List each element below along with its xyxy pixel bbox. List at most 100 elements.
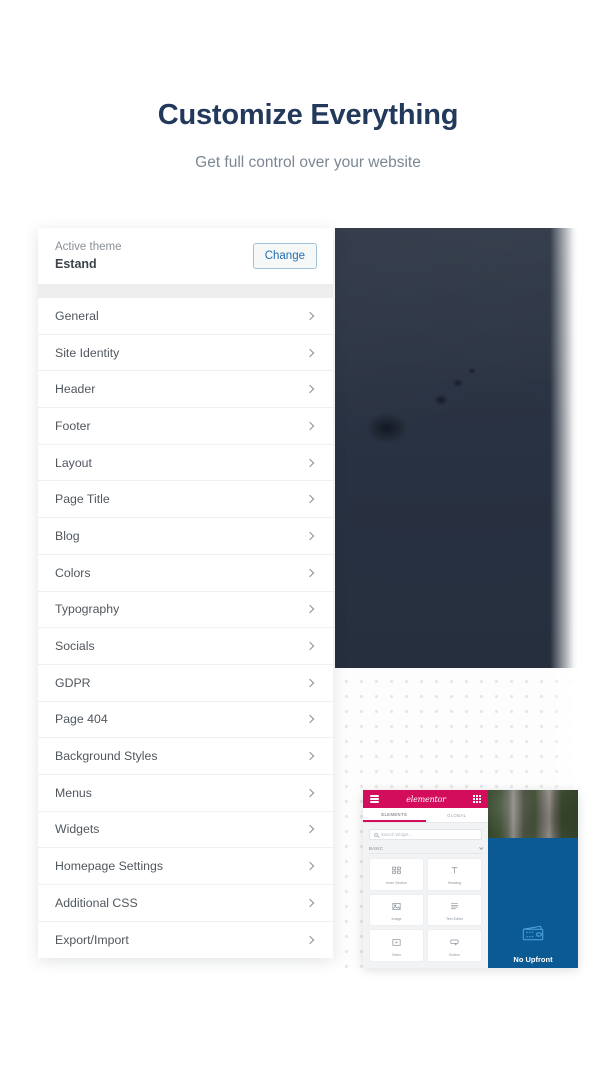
sidebar-item-widgets[interactable]: Widgets bbox=[38, 811, 333, 849]
sidebar-item-header[interactable]: Header bbox=[38, 371, 333, 409]
chevron-right-icon bbox=[305, 348, 315, 357]
sidebar-item-page-404[interactable]: Page 404 bbox=[38, 701, 333, 739]
sidebar-item-colors[interactable]: Colors bbox=[38, 554, 333, 592]
change-theme-button[interactable]: Change bbox=[252, 243, 317, 269]
chevron-right-icon bbox=[305, 384, 315, 394]
widget-grid: Inner Section Heading Image Text Editor … bbox=[363, 858, 488, 968]
chevron-right-icon bbox=[305, 715, 315, 724]
chevron-right-icon bbox=[305, 458, 315, 467]
widget-inner-section[interactable]: Inner Section bbox=[369, 858, 424, 891]
widget-heading[interactable]: Heading bbox=[427, 858, 482, 891]
sidebar-item-site-identity[interactable]: Site Identity bbox=[38, 334, 333, 372]
hamburger-menu-icon[interactable] bbox=[370, 795, 379, 803]
theme-customizer-panel: Active theme Estand Change General Site … bbox=[38, 228, 333, 959]
showcase-area: elementor ELEMENTS GLOBAL Search Widget.… bbox=[0, 228, 616, 968]
sidebar-item-label: Blog bbox=[55, 528, 80, 543]
chevron-down-icon bbox=[479, 845, 484, 850]
wallet-icon bbox=[521, 924, 545, 947]
image-icon bbox=[392, 899, 401, 915]
sidebar-item-label: Widgets bbox=[55, 822, 100, 837]
sidebar-item-additional-css[interactable]: Additional CSS bbox=[38, 885, 333, 922]
widget-button-label: Button bbox=[449, 952, 460, 957]
page-subtitle: Get full control over your website bbox=[195, 154, 421, 171]
button-icon bbox=[450, 935, 459, 951]
sidebar-item-label: Footer bbox=[55, 418, 91, 433]
widget-search-placeholder: Search Widget... bbox=[381, 832, 412, 837]
sidebar-item-label: Background Styles bbox=[55, 749, 158, 764]
widget-image-label: Image bbox=[391, 916, 402, 921]
sidebar-item-label: Header bbox=[55, 382, 96, 397]
elementor-live-preview: No Upfront bbox=[488, 790, 578, 968]
widget-search-input[interactable]: Search Widget... bbox=[369, 829, 482, 840]
chevron-right-icon bbox=[305, 861, 315, 871]
sidebar-item-gdpr[interactable]: GDPR bbox=[38, 664, 333, 702]
page-root: Customize Everything Get full control ov… bbox=[0, 0, 616, 1068]
sidebar-item-label: Export/Import bbox=[55, 933, 129, 948]
hero-light-rays bbox=[335, 378, 578, 668]
chevron-right-icon bbox=[305, 641, 315, 651]
elementor-tabs: ELEMENTS GLOBAL bbox=[363, 808, 488, 823]
widget-inner-section-label: Inner Section bbox=[385, 881, 408, 886]
sidebar-item-page-title[interactable]: Page Title bbox=[38, 481, 333, 519]
hero-background-image bbox=[335, 228, 578, 668]
widget-video[interactable]: Video bbox=[369, 929, 424, 962]
sidebar-item-menus[interactable]: Menus bbox=[38, 774, 333, 812]
widget-button[interactable]: Button bbox=[427, 929, 482, 962]
video-icon bbox=[392, 935, 401, 951]
widget-image[interactable]: Image bbox=[369, 893, 424, 927]
sidebar-item-typography[interactable]: Typography bbox=[38, 591, 333, 629]
chevron-right-icon bbox=[305, 311, 315, 321]
sidebar-item-label: Homepage Settings bbox=[55, 859, 164, 874]
active-theme-label: Active theme bbox=[55, 241, 122, 253]
customizer-section-list: General Site Identity Header Footer Layo bbox=[38, 298, 333, 959]
sidebar-item-label: Page Title bbox=[55, 492, 110, 507]
preview-photo bbox=[488, 790, 578, 838]
sidebar-item-label: Socials bbox=[55, 639, 95, 654]
text-editor-icon bbox=[450, 899, 459, 915]
sidebar-item-label: Typography bbox=[55, 602, 120, 617]
widget-text-editor[interactable]: Text Editor bbox=[427, 893, 482, 927]
widget-video-label: Video bbox=[391, 952, 402, 957]
active-theme-name: Estand bbox=[55, 257, 97, 271]
inner-section-icon bbox=[392, 863, 401, 879]
search-icon bbox=[374, 832, 378, 837]
sidebar-item-label: General bbox=[55, 308, 99, 323]
chevron-right-icon bbox=[305, 531, 315, 541]
elementor-panel: elementor ELEMENTS GLOBAL Search Widget.… bbox=[363, 790, 488, 968]
chevron-right-icon bbox=[305, 751, 315, 761]
widget-text-editor-label: Text Editor bbox=[446, 916, 463, 921]
sidebar-item-homepage-settings[interactable]: Homepage Settings bbox=[38, 848, 333, 885]
sidebar-item-export-import[interactable]: Export/Import bbox=[38, 921, 333, 959]
sidebar-item-label: Additional CSS bbox=[55, 895, 138, 910]
elementor-topbar: elementor bbox=[363, 790, 488, 808]
sidebar-item-footer[interactable]: Footer bbox=[38, 408, 333, 445]
preview-headline: No Upfront bbox=[513, 955, 553, 964]
chevron-right-icon bbox=[305, 898, 315, 908]
tab-elements[interactable]: ELEMENTS bbox=[363, 808, 426, 822]
heading-block: Customize Everything Get full control ov… bbox=[0, 94, 616, 174]
sidebar-item-socials[interactable]: Socials bbox=[38, 628, 333, 665]
sidebar-item-general[interactable]: General bbox=[38, 298, 333, 335]
section-basic[interactable]: BASIC bbox=[369, 844, 484, 854]
elementor-preview-card: elementor ELEMENTS GLOBAL Search Widget.… bbox=[363, 790, 578, 968]
customizer-header: Active theme Estand Change bbox=[38, 228, 333, 284]
sidebar-item-layout[interactable]: Layout bbox=[38, 444, 333, 482]
chevron-right-icon bbox=[305, 788, 315, 798]
sidebar-item-label: GDPR bbox=[55, 675, 91, 690]
section-basic-label: BASIC bbox=[369, 846, 384, 851]
sidebar-item-blog[interactable]: Blog bbox=[38, 518, 333, 555]
heading-icon bbox=[450, 863, 459, 879]
chevron-right-icon bbox=[305, 678, 315, 687]
tab-global[interactable]: GLOBAL bbox=[426, 808, 489, 822]
chevron-right-icon bbox=[305, 935, 315, 945]
chevron-right-icon bbox=[305, 568, 315, 577]
sidebar-item-label: Page 404 bbox=[55, 712, 108, 727]
preview-feature-section: No Upfront bbox=[488, 838, 578, 968]
grid-icon[interactable] bbox=[473, 795, 481, 803]
sidebar-item-background-styles[interactable]: Background Styles bbox=[38, 738, 333, 775]
widget-heading-label: Heading bbox=[447, 881, 462, 886]
customizer-separator bbox=[38, 284, 333, 298]
chevron-right-icon bbox=[305, 421, 315, 431]
chevron-right-icon bbox=[305, 495, 315, 504]
active-theme-info: Active theme Estand bbox=[55, 240, 121, 272]
